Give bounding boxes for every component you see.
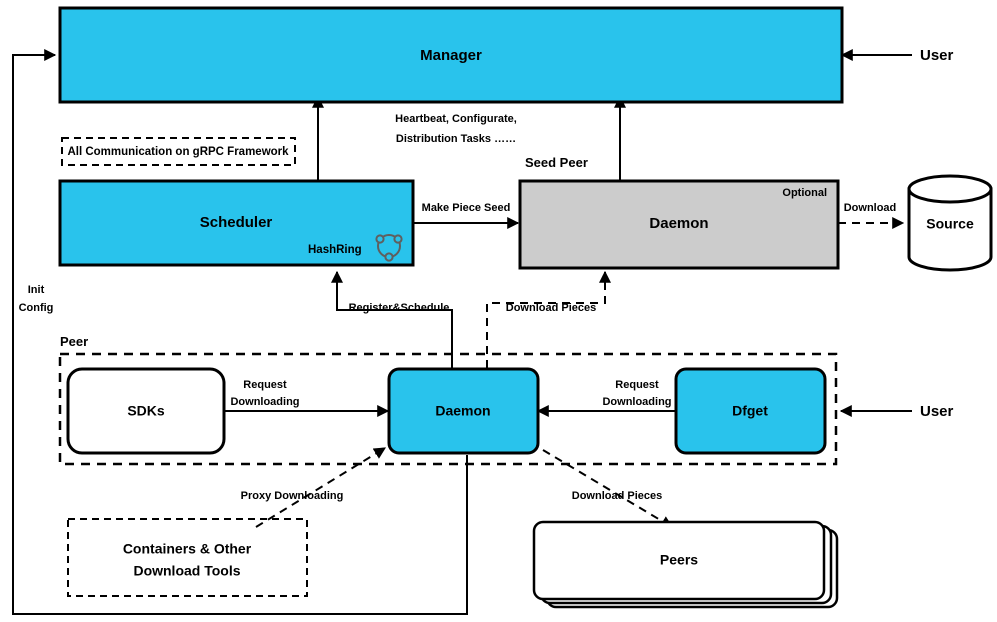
edge-proxy-downloading	[255, 447, 387, 528]
node-containers[interactable]	[67, 518, 308, 597]
node-scheduler-label: Scheduler	[200, 214, 273, 231]
diagram-canvas: Manager Scheduler HashRing Seed Peer Dae…	[12, 6, 993, 615]
node-peers-label: Peers	[660, 552, 698, 568]
node-seed-peer-daemon-label: Daemon	[649, 215, 708, 232]
edge-label-heartbeat-line1: Heartbeat, Configurate,	[395, 113, 517, 125]
edge-download-pieces-peers	[542, 449, 674, 528]
edge-label-download-source: Download	[844, 202, 897, 214]
edge-label-init-config-line2: Config	[19, 302, 54, 314]
edge-label-download-pieces-peers: Download Pieces	[572, 490, 662, 502]
source-cylinder-top	[907, 174, 993, 204]
node-source-label: Source	[926, 216, 974, 232]
note-grpc-label: All Communication on gRPC Framework	[67, 146, 289, 158]
actor-user-top-label: User	[920, 47, 954, 64]
edge-label-init-config-line1: Init	[28, 284, 45, 296]
edge-label-download-pieces-seedpeer: Download Pieces	[506, 302, 596, 314]
edge-label-request-downloading-sdks-line1: Request	[243, 379, 287, 391]
edge-label-request-downloading-sdks-line2: Downloading	[230, 396, 299, 408]
node-sdks-label: SDKs	[127, 403, 165, 419]
node-containers-label-line1: Containers & Other	[123, 541, 252, 557]
node-source[interactable]: Source	[907, 174, 993, 272]
node-manager-label: Manager	[420, 47, 482, 64]
node-seed-peer-optional-tag: Optional	[782, 187, 827, 199]
node-scheduler-hashring-label: HashRing	[308, 244, 362, 256]
peer-group-label: Peer	[60, 334, 88, 349]
edge-label-request-downloading-dfget-line1: Request	[615, 379, 659, 391]
edge-label-register-schedule: Register&Schedule	[349, 302, 450, 314]
edge-label-make-piece-seed: Make Piece Seed	[422, 202, 511, 214]
architecture-diagram: Manager Scheduler HashRing Seed Peer Dae…	[0, 0, 997, 622]
actor-user-bottom-label: User	[920, 403, 954, 420]
seed-peer-group-label: Seed Peer	[525, 155, 588, 170]
edge-label-proxy-downloading: Proxy Downloading	[241, 490, 344, 502]
edge-label-request-downloading-dfget-line2: Downloading	[602, 396, 671, 408]
node-containers-label-line2: Download Tools	[133, 563, 240, 579]
edge-label-heartbeat-line2: Distribution Tasks ……	[396, 133, 516, 145]
node-peers[interactable]: Peers	[532, 520, 839, 609]
node-peer-daemon-label: Daemon	[435, 403, 490, 419]
node-dfget-label: Dfget	[732, 403, 768, 419]
